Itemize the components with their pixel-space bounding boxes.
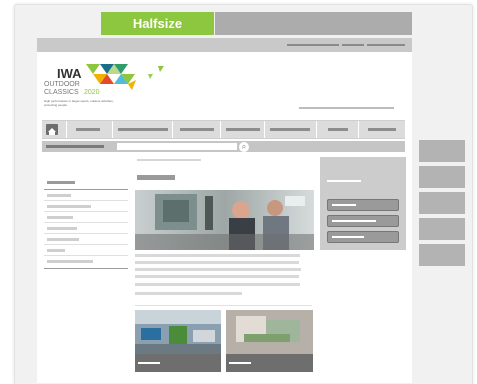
thumbnail-caption [135, 354, 221, 372]
main-navigation [42, 120, 405, 139]
logo-tagline: High performance in target sports, outdo… [44, 99, 114, 107]
left-sidebar [44, 176, 129, 271]
search-input[interactable] [117, 143, 237, 150]
side-panel-button[interactable] [419, 166, 465, 188]
nav-item-5[interactable] [270, 128, 310, 131]
sidebar-item[interactable] [47, 260, 93, 263]
triangle-emblem-icon [86, 64, 164, 90]
sidebar-item[interactable] [47, 227, 77, 230]
right-sidebar-box [320, 157, 406, 250]
nav-item-7[interactable] [368, 128, 396, 131]
side-panel-button[interactable] [419, 244, 465, 266]
side-panel-button[interactable] [419, 192, 465, 214]
sidebar-item[interactable] [47, 249, 65, 252]
search-label [46, 145, 104, 148]
hero-caption-overlay [135, 234, 314, 250]
search-icon[interactable]: ⌕ [239, 142, 249, 152]
logo-title: IWA [57, 66, 82, 81]
nav-item-3[interactable] [180, 128, 214, 131]
tab-fullsize[interactable] [215, 12, 412, 35]
nav-item-6[interactable] [328, 128, 348, 131]
article-heading [137, 175, 175, 180]
hero-image[interactable] [135, 190, 314, 250]
sidebar-item[interactable] [47, 205, 91, 208]
sidebar-button[interactable] [327, 215, 399, 227]
sidebar-button[interactable] [327, 231, 399, 243]
sidebar-item[interactable] [47, 194, 71, 197]
tab-halfsize[interactable]: Halfsize [101, 12, 214, 35]
breadcrumb[interactable] [137, 159, 201, 161]
iwa-logo[interactable]: IWA OUTDOOR CLASSICS 2020 High performan… [44, 60, 169, 110]
side-panel-button[interactable] [419, 218, 465, 240]
home-icon[interactable] [46, 124, 58, 135]
nav-item-2[interactable] [118, 128, 168, 131]
sidebar-item[interactable] [47, 238, 79, 241]
nav-item-4[interactable] [226, 128, 260, 131]
news-thumbnail[interactable] [226, 310, 313, 372]
side-panel-button[interactable] [419, 140, 465, 162]
top-utility-bar [37, 38, 412, 52]
header-link-placeholder [299, 107, 394, 109]
news-thumbnail[interactable] [135, 310, 221, 372]
sidebar-button[interactable] [327, 199, 399, 211]
thumbnail-caption [226, 354, 313, 372]
sidebar-item[interactable] [47, 216, 73, 219]
logo-classics: CLASSICS [44, 89, 79, 96]
logo-outdoor: OUTDOOR [44, 81, 80, 88]
sidebar-heading [47, 181, 75, 184]
nav-item-1[interactable] [76, 128, 100, 131]
